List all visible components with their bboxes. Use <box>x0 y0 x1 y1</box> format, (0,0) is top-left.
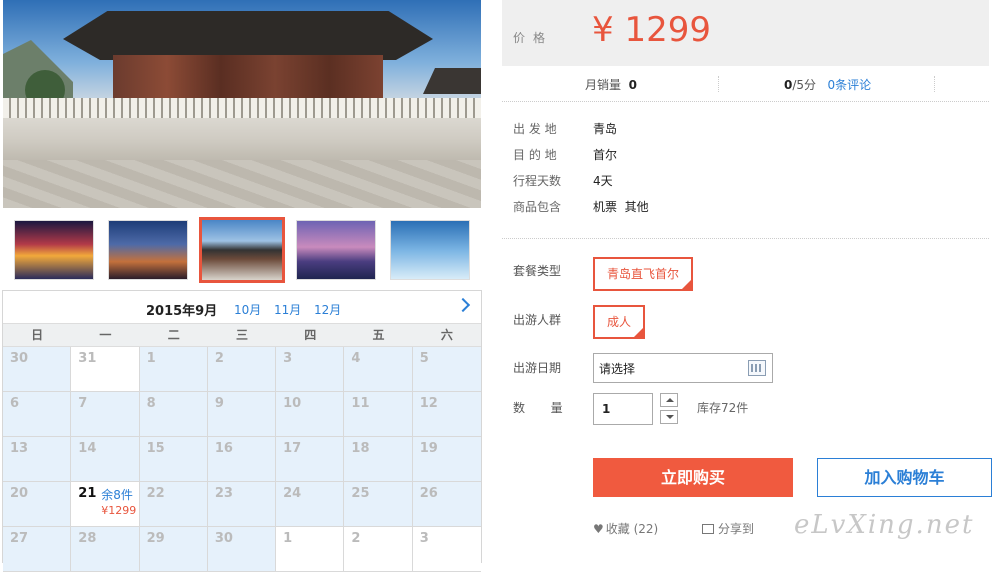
calendar-day[interactable]: 23 <box>207 482 277 527</box>
stock-count: 库存72件 <box>697 401 749 415</box>
calendar-day[interactable]: 20 <box>3 482 72 527</box>
calendar-day[interactable]: 13 <box>3 437 72 482</box>
info-row-days: 行程天数 4天 <box>513 174 613 188</box>
calendar-day[interactable]: 24 <box>276 482 345 527</box>
calendar-day[interactable]: 14 <box>71 437 140 482</box>
calendar-day[interactable]: 7 <box>71 392 140 437</box>
thumbnail-2[interactable] <box>108 220 188 280</box>
buy-now-button[interactable]: 立即购买 <box>593 458 793 497</box>
weekday-label: 六 <box>440 328 453 342</box>
calendar-day[interactable]: 27 <box>3 527 72 572</box>
package-option-selected[interactable]: 青岛直飞首尔 <box>593 257 694 291</box>
month-link-dec[interactable]: 12月 <box>314 301 341 318</box>
calendar-day[interactable]: 6 <box>3 392 72 437</box>
calendar-day[interactable]: 1 <box>276 527 345 572</box>
weekday-label: 日 <box>31 328 44 342</box>
info-row-departure: 出 发 地青岛 <box>513 122 618 136</box>
calendar-day[interactable]: 26 <box>412 482 481 527</box>
calendar-day[interactable]: 25 <box>344 482 413 527</box>
quantity-label: 数 量 <box>513 401 569 415</box>
thumbnail-strip <box>3 212 481 288</box>
calendar-title: 2015年9月 <box>146 304 218 319</box>
thumbnail-5[interactable] <box>390 220 470 280</box>
availability-calendar: 2015年9月 10月 11月 12月 日 一 二 三 四 五 六 30 31 1 2… <box>2 290 482 572</box>
package-label: 套餐类型 <box>513 264 562 278</box>
calendar-icon[interactable] <box>748 360 766 376</box>
heart-icon: ♥ <box>593 522 604 536</box>
calendar-day[interactable]: 18 <box>344 437 413 482</box>
calendar-day[interactable]: 17 <box>276 437 345 482</box>
month-link-nov[interactable]: 11月 <box>274 301 301 318</box>
quantity-increase-button[interactable] <box>660 393 678 407</box>
main-product-photo <box>3 0 481 208</box>
weekday-label: 一 <box>99 328 112 342</box>
trip-info: 出 发 地青岛 目 的 地首尔 行程天数 4天 商品包含 机票 其他 <box>513 120 649 224</box>
calendar-day[interactable]: 16 <box>207 437 277 482</box>
info-row-destination: 目 的 地首尔 <box>513 148 618 162</box>
calendar-day[interactable]: 29 <box>139 527 208 572</box>
quantity-decrease-button[interactable] <box>660 410 678 424</box>
calendar-grid: 30 31 1 2 3 4 5 6 7 8 9 10 11 12 13 14 15 16 17 18 19 20 21 余8件… <box>3 347 481 572</box>
calendar-day[interactable]: 3 <box>412 527 481 572</box>
price-bar: 价格 ¥ 1299 <box>502 0 989 66</box>
favorite-button[interactable]: ♥ 收藏 (22) <box>593 520 658 537</box>
reviews-link[interactable]: 0条评论 <box>828 78 872 92</box>
watermark: eLvXing.net <box>794 510 975 540</box>
sales-summary: 月销量 0 0/5分 0条评论 <box>502 66 989 102</box>
product-gallery-and-calendar: 2015年9月 10月 11月 12月 日 一 二 三 四 五 六 30 31 1 2… <box>0 0 482 572</box>
add-to-cart-button[interactable]: 加入购物车 <box>817 458 992 497</box>
calendar-day[interactable]: 11 <box>344 392 413 437</box>
calendar-day[interactable]: 19 <box>412 437 481 482</box>
calendar-day[interactable]: 1 <box>139 347 208 392</box>
calendar-day[interactable]: 9 <box>207 392 277 437</box>
rating: 0/5分 0条评论 <box>784 78 872 92</box>
thumbnail-4[interactable] <box>296 220 376 280</box>
monthly-sales: 月销量 0 <box>585 78 638 92</box>
day-price: ¥1299 <box>101 504 137 517</box>
calendar-day[interactable]: 4 <box>344 347 413 392</box>
info-row-includes: 商品包含 机票 其他 <box>513 200 649 214</box>
calendar-day-available[interactable]: 21 余8件 ¥1299 <box>71 482 140 527</box>
calendar-header: 2015年9月 10月 11月 12月 <box>3 291 481 323</box>
thumbnail-3-active[interactable] <box>199 217 285 283</box>
calendar-day[interactable]: 5 <box>412 347 481 392</box>
calendar-day[interactable]: 22 <box>139 482 208 527</box>
share-icon <box>702 524 714 534</box>
product-details: 价格 ¥ 1299 月销量 0 0/5分 0条评论 出 发 地青岛 目 的 地首… <box>502 0 992 563</box>
weekday-label: 四 <box>304 328 317 342</box>
price-label: 价格 <box>513 31 554 45</box>
weekday-label: 二 <box>167 328 180 342</box>
travel-date-input[interactable]: 请选择 <box>593 353 773 383</box>
calendar-day[interactable]: 10 <box>276 392 345 437</box>
calendar-day[interactable]: 28 <box>71 527 140 572</box>
weekday-header: 日 一 二 三 四 五 六 <box>3 323 481 347</box>
share-button[interactable]: 分享到 <box>702 520 754 537</box>
date-label: 出游日期 <box>513 361 562 375</box>
calendar-day[interactable]: 30 <box>3 347 72 392</box>
month-link-oct[interactable]: 10月 <box>234 301 261 318</box>
thumbnail-1[interactable] <box>14 220 94 280</box>
calendar-day[interactable]: 12 <box>412 392 481 437</box>
calendar-day[interactable]: 2 <box>207 347 277 392</box>
next-month-chevron-icon[interactable] <box>457 297 471 315</box>
weekday-label: 三 <box>235 328 248 342</box>
calendar-day[interactable]: 2 <box>344 527 413 572</box>
quantity-input[interactable]: 1 <box>593 393 653 425</box>
calendar-day[interactable]: 31 <box>71 347 140 392</box>
weekday-label: 五 <box>372 328 385 342</box>
group-option-selected[interactable]: 成人 <box>593 305 646 339</box>
calendar-day[interactable]: 8 <box>139 392 208 437</box>
calendar-day[interactable]: 15 <box>139 437 208 482</box>
calendar-day[interactable]: 3 <box>276 347 345 392</box>
calendar-day[interactable]: 30 <box>207 527 277 572</box>
price-value: ¥ 1299 <box>592 10 711 50</box>
group-label: 出游人群 <box>513 313 562 327</box>
day-stock: 余8件 <box>101 488 133 502</box>
